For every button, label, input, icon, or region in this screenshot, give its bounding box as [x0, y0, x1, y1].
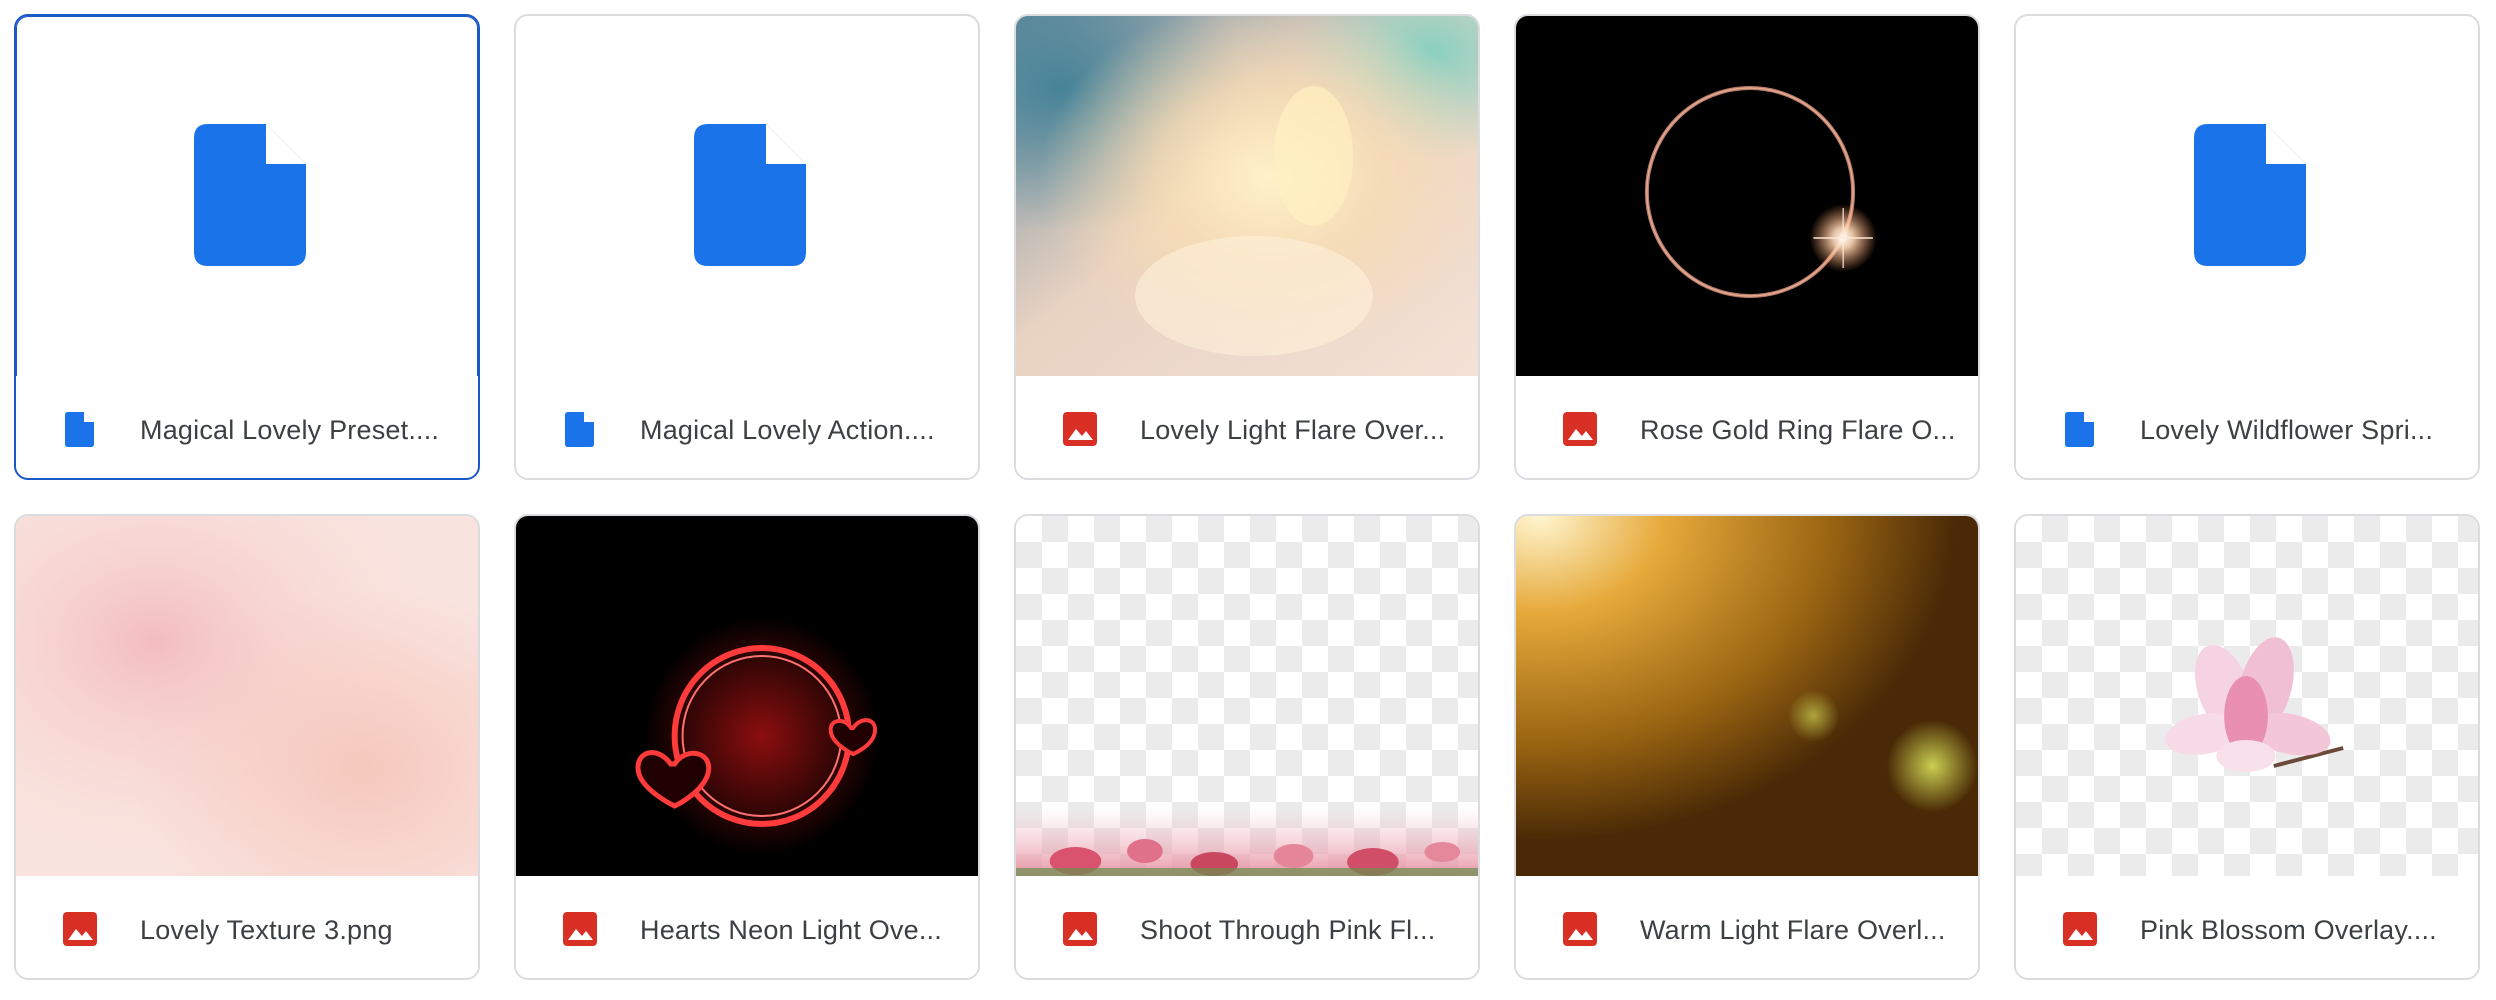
file-card[interactable]: Lovely Wildflower Spri... — [2014, 14, 2480, 480]
file-card-footer: Pink Blossom Overlay.... — [2016, 876, 2478, 978]
image-icon — [1563, 412, 1597, 446]
file-card[interactable]: Rose Gold Ring Flare O... — [1514, 14, 1980, 480]
file-thumbnail — [516, 516, 978, 876]
file-thumbnail — [16, 16, 478, 376]
file-name: Magical Lovely Preset.... — [140, 415, 440, 445]
file-grid: Magical Lovely Preset.... Magical Lovely… — [0, 0, 2496, 1000]
file-card-footer: Hearts Neon Light Ove... — [516, 876, 978, 978]
document-icon — [2194, 124, 2306, 266]
file-card[interactable]: Magical Lovely Action.... — [514, 14, 980, 480]
image-icon — [63, 912, 97, 946]
pink-blossom-image — [2165, 637, 2344, 772]
file-card[interactable]: Hearts Neon Light Ove... — [514, 514, 980, 980]
file-card[interactable]: Pink Blossom Overlay.... — [2014, 514, 2480, 980]
image-icon — [2063, 912, 2097, 946]
file-card-footer: Lovely Wildflower Spri... — [2016, 376, 2478, 478]
file-card[interactable]: Lovely Light Flare Over... — [1014, 14, 1480, 480]
document-icon — [194, 124, 306, 266]
document-icon — [565, 412, 594, 447]
file-thumbnail — [516, 16, 978, 376]
file-thumbnail — [16, 516, 478, 876]
file-card-footer: Lovely Light Flare Over... — [1016, 376, 1478, 478]
pink-flowers-image — [1016, 806, 1478, 876]
file-card-footer: Magical Lovely Action.... — [516, 376, 978, 478]
file-card-footer: Lovely Texture 3.png — [16, 876, 478, 978]
file-name: Lovely Texture 3.png — [140, 915, 393, 945]
file-thumbnail — [2016, 516, 2478, 876]
file-card-footer: Warm Light Flare Overl... — [1516, 876, 1978, 978]
light-flare-image — [1016, 16, 1478, 376]
document-icon — [694, 124, 806, 266]
file-name: Warm Light Flare Overl... — [1640, 915, 1946, 945]
file-name: Pink Blossom Overlay.... — [2140, 915, 2437, 945]
file-name: Lovely Light Flare Over... — [1140, 415, 1446, 445]
image-icon — [1063, 412, 1097, 446]
file-card-footer: Rose Gold Ring Flare O... — [1516, 376, 1978, 478]
image-icon — [563, 912, 597, 946]
file-card[interactable]: Shoot Through Pink Fl... — [1014, 514, 1480, 980]
neon-hearts-image — [516, 516, 978, 876]
file-name: Shoot Through Pink Fl... — [1140, 915, 1436, 945]
file-card[interactable]: Magical Lovely Preset.... — [14, 14, 480, 480]
file-thumbnail — [1516, 16, 1978, 376]
file-thumbnail — [1516, 516, 1978, 876]
file-name: Magical Lovely Action.... — [640, 415, 935, 445]
file-card-footer: Shoot Through Pink Fl... — [1016, 876, 1478, 978]
document-icon — [65, 412, 94, 447]
image-icon — [1563, 912, 1597, 946]
image-icon — [1063, 912, 1097, 946]
document-icon — [2065, 412, 2094, 447]
file-thumbnail — [1016, 516, 1478, 876]
file-name: Lovely Wildflower Spri... — [2140, 415, 2434, 445]
texture-image — [16, 516, 478, 876]
warm-flare-image — [1516, 516, 1978, 876]
file-card-footer: Magical Lovely Preset.... — [16, 376, 478, 478]
file-card[interactable]: Warm Light Flare Overl... — [1514, 514, 1980, 980]
file-name: Hearts Neon Light Ove... — [640, 915, 942, 945]
file-card[interactable]: Lovely Texture 3.png — [14, 514, 480, 980]
file-name: Rose Gold Ring Flare O... — [1640, 415, 1956, 445]
file-thumbnail — [1016, 16, 1478, 376]
file-thumbnail — [2016, 16, 2478, 376]
ring-flare-image — [1516, 16, 1978, 376]
